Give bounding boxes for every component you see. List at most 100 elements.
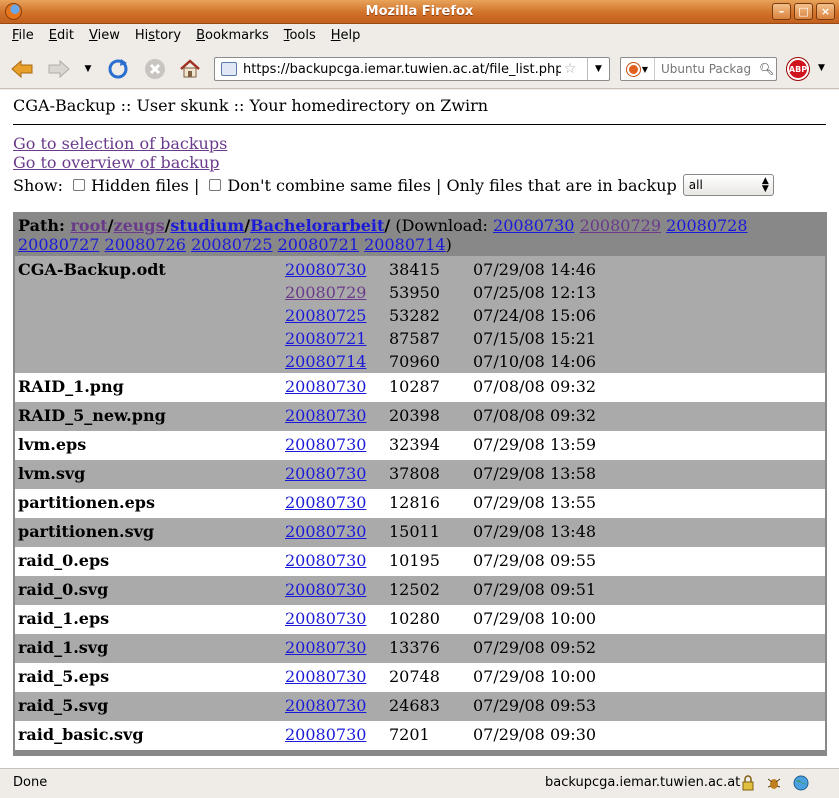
page-title: CGA-Backup :: User skunk :: Your homedir… <box>13 96 489 115</box>
status-host: backupcga.iemar.tuwien.ac.at <box>545 775 741 790</box>
file-mtime: 07/29/08 09:30 <box>473 725 597 744</box>
table-row: lvm.eps 20080730 32394 07/29/08 13:59 <box>15 431 825 460</box>
file-mtime: 07/24/08 15:06 <box>473 306 597 325</box>
backup-date-link[interactable]: 20080730 <box>285 377 366 396</box>
file-size: 53282 <box>389 306 440 325</box>
minimize-button[interactable]: – <box>772 3 791 20</box>
file-version: 20080730 10195 07/29/08 09:55 <box>15 551 825 574</box>
file-mtime: 07/29/08 09:51 <box>473 580 597 599</box>
file-size: 53950 <box>389 283 440 302</box>
history-dropdown-icon[interactable]: ▼ <box>78 56 98 82</box>
path-link-bachelorarbeit[interactable]: Bachelorarbeit <box>250 216 384 235</box>
lock-icon[interactable] <box>740 775 756 791</box>
search-engine-selector[interactable]: ▼ <box>621 58 655 80</box>
backup-date-link[interactable]: 20080714 <box>285 352 366 371</box>
file-mtime: 07/29/08 13:59 <box>473 435 597 454</box>
backup-filter-select[interactable]: all ▲ ▼ <box>682 174 774 196</box>
file-mtime: 07/29/08 09:52 <box>473 638 597 657</box>
file-version: 20080730 10287 07/08/08 09:32 <box>15 377 825 400</box>
download-label: (Download: <box>390 216 494 235</box>
adblock-icon[interactable]: ABP <box>787 58 809 80</box>
download-link[interactable]: 20080728 <box>666 216 747 235</box>
file-mtime: 07/29/08 10:00 <box>473 609 597 628</box>
path-label: Path: <box>18 216 71 235</box>
backup-date-link[interactable]: 20080730 <box>285 551 366 570</box>
file-version: 20080730 10280 07/29/08 10:00 <box>15 609 825 632</box>
table-row: partitionen.svg 20080730 15011 07/29/08 13:… <box>15 518 825 547</box>
backup-date-link[interactable]: 20080730 <box>285 696 366 715</box>
menu-help[interactable]: Help <box>323 25 368 47</box>
backup-date-link[interactable]: 20080721 <box>285 329 366 348</box>
backup-date-link[interactable]: 20080729 <box>285 283 366 302</box>
file-mtime: 07/08/08 09:32 <box>473 377 597 396</box>
menu-bar: File Edit View History Bookmarks Tools Help <box>0 25 839 47</box>
file-version: 20080714 70960 07/10/08 14:06 <box>15 352 825 375</box>
maximize-button[interactable]: □ <box>794 3 813 20</box>
file-mtime: 07/25/08 12:13 <box>473 283 597 302</box>
backup-date-link[interactable]: 20080730 <box>285 609 366 628</box>
stop-icon[interactable] <box>142 56 168 82</box>
menu-bookmarks[interactable]: Bookmarks <box>188 25 276 47</box>
url-dropdown-icon[interactable]: ▼ <box>587 58 609 80</box>
magnifier-icon[interactable]: 🔍︎ <box>759 62 774 76</box>
backup-date-link[interactable]: 20080730 <box>285 725 366 744</box>
download-link[interactable]: 20080730 <box>493 216 574 235</box>
path-link-studium[interactable]: studium <box>170 216 244 235</box>
path-link-zeugs[interactable]: zeugs <box>113 216 164 235</box>
search-bar[interactable]: ▼ 🔍︎ <box>620 57 777 81</box>
backup-date-link[interactable]: 20080730 <box>285 464 366 483</box>
menu-edit[interactable]: Edit <box>41 25 81 47</box>
download-link[interactable]: 20080726 <box>105 235 186 254</box>
file-version: 20080729 53950 07/25/08 12:13 <box>15 283 825 306</box>
backup-date-link[interactable]: 20080730 <box>285 406 366 425</box>
download-link[interactable]: 20080729 <box>580 216 661 235</box>
reload-icon[interactable] <box>105 56 131 82</box>
backup-date-link[interactable]: 20080730 <box>285 522 366 541</box>
overview-of-backup-link[interactable]: Go to overview of backup <box>13 153 227 172</box>
site-identity-icon[interactable] <box>221 62 237 76</box>
file-version: 20080730 38415 07/29/08 14:46 <box>15 260 825 283</box>
hidden-files-checkbox[interactable] <box>72 179 85 191</box>
close-button[interactable]: × <box>816 3 835 20</box>
url-text[interactable]: https://backupcga.iemar.tuwien.ac.at/fil… <box>243 62 561 77</box>
bug-icon[interactable] <box>766 775 782 791</box>
backup-date-link[interactable]: 20080730 <box>285 580 366 599</box>
menu-history[interactable]: History <box>127 25 188 47</box>
back-icon[interactable] <box>9 56 35 82</box>
file-size: 13376 <box>389 638 440 657</box>
menu-file[interactable]: File <box>4 25 41 47</box>
file-mtime: 07/29/08 14:46 <box>473 260 597 279</box>
file-size: 87587 <box>389 329 440 348</box>
table-row: raid_basic.svg 20080730 7201 07/29/08 09:30 <box>15 721 825 750</box>
home-icon[interactable] <box>177 56 203 82</box>
backup-filter-value: all <box>688 178 703 192</box>
search-input[interactable] <box>659 61 759 77</box>
download-link[interactable]: 20080714 <box>364 235 445 254</box>
file-size: 10280 <box>389 609 440 628</box>
file-size: 12816 <box>389 493 440 512</box>
backup-date-link[interactable]: 20080730 <box>285 435 366 454</box>
download-link[interactable]: 20080725 <box>191 235 272 254</box>
file-version: 20080730 37808 07/29/08 13:58 <box>15 464 825 487</box>
backup-date-link[interactable]: 20080730 <box>285 638 366 657</box>
file-mtime: 07/15/08 15:21 <box>473 329 597 348</box>
adblock-dropdown-icon[interactable]: ▼ <box>818 63 825 73</box>
forward-icon[interactable] <box>46 56 72 82</box>
download-link[interactable]: 20080727 <box>18 235 99 254</box>
table-row: raid_0.svg 20080730 12502 07/29/08 09:51 <box>15 576 825 605</box>
globe-icon[interactable] <box>793 775 809 791</box>
menu-view[interactable]: View <box>81 25 127 47</box>
selection-of-backups-link[interactable]: Go to selection of backups <box>13 134 227 153</box>
backup-date-link[interactable]: 20080730 <box>285 667 366 686</box>
backup-date-link[interactable]: 20080730 <box>285 260 366 279</box>
backup-date-link[interactable]: 20080730 <box>285 493 366 512</box>
file-version: 20080730 12502 07/29/08 09:51 <box>15 580 825 603</box>
backup-date-link[interactable]: 20080725 <box>285 306 366 325</box>
file-rows: CGA-Backup.odt 20080730 38415 07/29/08 14:4… <box>15 256 825 750</box>
download-link[interactable]: 20080721 <box>278 235 359 254</box>
url-bar[interactable]: https://backupcga.iemar.tuwien.ac.at/fil… <box>214 57 610 81</box>
menu-tools[interactable]: Tools <box>276 25 323 47</box>
bookmark-star-icon[interactable]: ☆ <box>561 61 579 77</box>
path-link-root[interactable]: root <box>70 216 107 235</box>
dont-combine-checkbox[interactable] <box>209 179 222 191</box>
